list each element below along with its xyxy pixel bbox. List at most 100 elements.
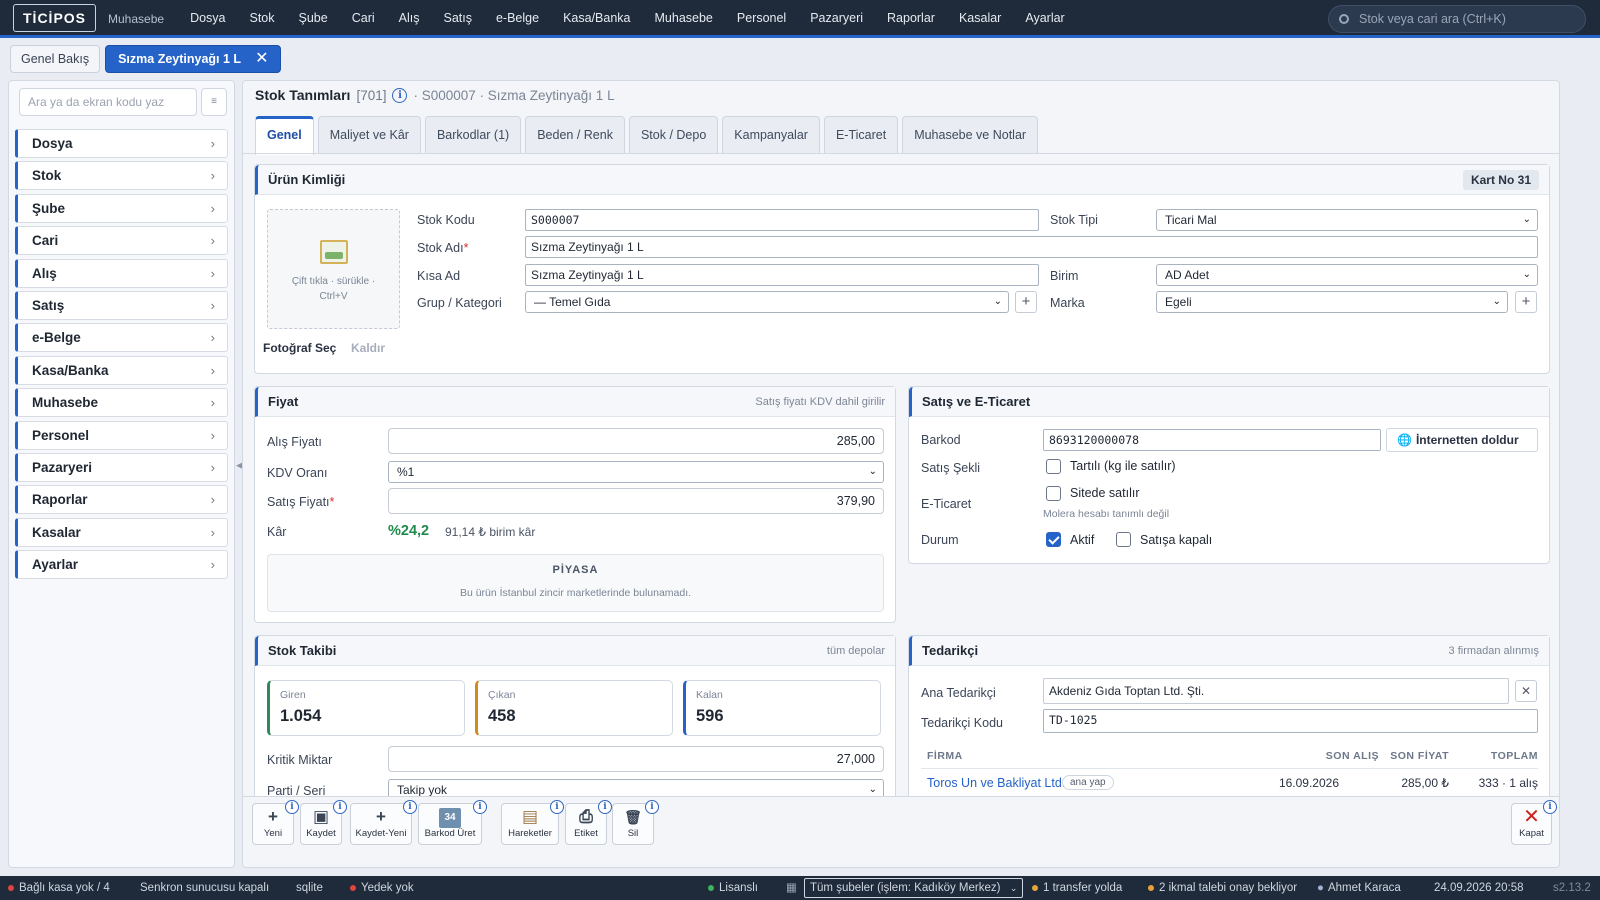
nav-dosya[interactable]: Dosya <box>178 11 237 25</box>
branch-select[interactable]: Tüm şubeler (işlem: Kadıköy Merkez) ⌄ <box>804 878 1024 898</box>
tab-genel-bakis[interactable]: Genel Bakış <box>10 45 101 73</box>
delete-button[interactable]: 🗑 Sil i <box>612 800 659 845</box>
stok-adi-field[interactable]: Sızma Zeytinyağı 1 L <box>525 236 1538 258</box>
sidebar-item-raporlar[interactable]: Raporlar › <box>15 485 228 515</box>
movements-button[interactable]: ▤ Hareketler i <box>501 800 564 845</box>
supplier-panel: Tedarikçi 3 firmadan alınmış Ana Tedarik… <box>908 635 1550 805</box>
app-logo[interactable]: TİCİPOS <box>13 3 97 32</box>
photo-select-button[interactable]: Fotoğraf Seç <box>263 341 336 355</box>
new-button[interactable]: + Yeni i <box>252 800 299 845</box>
supplier-link[interactable]: Toros Un ve Bakliyat Ltd. <box>927 776 1065 790</box>
sidebar-item-satis[interactable]: Satış › <box>15 290 228 320</box>
status-user[interactable]: ● Ahmet Karaca <box>1317 876 1401 900</box>
image-icon <box>319 240 348 264</box>
photo-dropzone[interactable]: Çift tıkla · sürükle · Ctrl+V <box>267 209 400 329</box>
marka-select[interactable]: Egeli ⌄ <box>1156 291 1508 313</box>
nav-muhasebe[interactable]: Muhasebe <box>643 11 725 25</box>
nav-raporlar[interactable]: Raporlar <box>875 11 947 25</box>
tartili-checkbox[interactable] <box>1046 459 1061 474</box>
sidebar-item-sube[interactable]: Şube › <box>15 193 228 223</box>
make-primary-badge[interactable]: ana yap <box>1062 775 1114 790</box>
eticaret-label: E-Ticaret <box>921 497 972 511</box>
sidebar-item-pazaryeri[interactable]: Pazaryeri › <box>15 452 228 482</box>
sidebar-item-stok[interactable]: Stok › <box>15 161 228 191</box>
sidebar-item-kasalar[interactable]: Kasalar › <box>15 517 228 547</box>
birim-select[interactable]: AD Adet ⌄ <box>1156 264 1538 286</box>
stok-tipi-select[interactable]: Ticari Mal ⌄ <box>1156 209 1538 231</box>
stok-kodu-field[interactable]: S000007 <box>525 209 1039 231</box>
kdv-select[interactable]: %1 ⌄ <box>388 461 884 483</box>
sidebar-item-label: Cari <box>32 233 59 249</box>
nav-kasalar[interactable]: Kasalar <box>947 11 1013 25</box>
nav-pazaryeri[interactable]: Pazaryeri <box>798 11 875 25</box>
nav-ebelge[interactable]: e-Belge <box>484 11 551 25</box>
kritik-field[interactable]: 27,000 <box>388 746 884 772</box>
info-icon[interactable]: i <box>645 800 659 814</box>
tab-muhasebe-notlar[interactable]: Muhasebe ve Notlar <box>902 116 1039 154</box>
status-ikmal[interactable]: 2 ikmal talebi onay bekliyor <box>1148 876 1297 900</box>
nav-cari[interactable]: Cari <box>340 11 387 25</box>
nav-alis[interactable]: Alış <box>387 11 432 25</box>
info-icon[interactable]: i <box>333 800 347 814</box>
panel-title: Tedarikçi <box>922 643 979 658</box>
menu-toggle-button[interactable]: ≡ <box>201 88 227 116</box>
status-transfer[interactable]: 1 transfer yolda <box>1032 876 1122 900</box>
grup-select[interactable]: — Temel Gıda ⌄ <box>525 291 1009 313</box>
save-button[interactable]: ▣ Kaydet i <box>300 800 347 845</box>
sidebar-item-personel[interactable]: Personel › <box>15 420 228 450</box>
add-group-button[interactable]: + <box>1015 291 1037 313</box>
tab-kampanyalar[interactable]: Kampanyalar <box>722 116 820 154</box>
internet-fill-button[interactable]: 🌐 İnternetten doldur <box>1386 428 1538 452</box>
satis-fiyati-field[interactable]: 379,90 <box>388 488 884 514</box>
nav-satis[interactable]: Satış <box>431 11 484 25</box>
global-search-input[interactable]: Stok veya cari ara (Ctrl+K) <box>1328 5 1586 33</box>
info-icon[interactable]: i <box>1543 800 1557 814</box>
info-icon[interactable]: i <box>403 800 417 814</box>
add-brand-button[interactable]: + <box>1515 291 1537 313</box>
info-icon[interactable]: i <box>285 800 299 814</box>
close-button[interactable]: ✕ Kapat i <box>1511 800 1557 845</box>
tab-beden-renk[interactable]: Beden / Renk <box>525 116 625 154</box>
tab-current-product[interactable]: Sızma Zeytinyağı 1 L ✕ <box>105 45 282 73</box>
sidebar-item-muhasebe[interactable]: Muhasebe › <box>15 388 228 418</box>
panel-title: Satış ve E-Ticaret <box>922 394 1031 409</box>
clear-supplier-button[interactable]: ✕ <box>1515 680 1537 702</box>
info-icon[interactable]: i <box>598 800 612 814</box>
nav-personel[interactable]: Personel <box>725 11 798 25</box>
tab-genel[interactable]: Genel <box>255 116 314 155</box>
sidebar-item-kasa-banka[interactable]: Kasa/Banka › <box>15 355 228 385</box>
chevron-right-icon: › <box>210 168 215 184</box>
sidebar-item-alis[interactable]: Alış › <box>15 258 228 288</box>
info-icon[interactable]: i <box>550 800 564 814</box>
table-row[interactable]: Toros Un ve Bakliyat Ltd. ana yap 16.09.… <box>921 772 1538 796</box>
kisa-ad-field[interactable]: Sızma Zeytinyağı 1 L <box>525 264 1039 286</box>
tab-stok-depo[interactable]: Stok / Depo <box>628 116 719 154</box>
photo-remove-button[interactable]: Kaldır <box>351 341 385 355</box>
info-icon[interactable]: i <box>392 87 408 103</box>
stat-kalan: Kalan 596 <box>683 680 881 736</box>
close-icon[interactable]: ✕ <box>255 46 268 72</box>
sidebar-item-ayarlar[interactable]: Ayarlar › <box>15 550 228 580</box>
sitede-checkbox[interactable] <box>1046 486 1061 501</box>
tedarikci-kodu-field[interactable]: TD-1025 <box>1043 709 1538 733</box>
aktif-checkbox[interactable] <box>1046 532 1061 547</box>
alis-fiyati-field[interactable]: 285,00 <box>388 428 884 454</box>
info-icon[interactable]: i <box>473 800 487 814</box>
nav-kasa-banka[interactable]: Kasa/Banka <box>551 11 642 25</box>
ana-tedarikci-field[interactable]: Akdeniz Gıda Toptan Ltd. Şti. <box>1043 678 1509 704</box>
nav-stok[interactable]: Stok <box>238 11 287 25</box>
sidebar-search-input[interactable]: Ara ya da ekran kodu yaz <box>19 88 197 116</box>
tab-maliyet-kar[interactable]: Maliyet ve Kâr <box>317 116 421 154</box>
sidebar-item-ebelge[interactable]: e-Belge › <box>15 323 228 353</box>
sidebar-item-cari[interactable]: Cari › <box>15 226 228 256</box>
sidebar-item-dosya[interactable]: Dosya › <box>15 129 228 158</box>
label-print-button[interactable]: ⎙ Etiket i <box>565 800 612 845</box>
generate-barcode-button[interactable]: 34 Barkod Üret i <box>418 800 487 845</box>
save-new-button[interactable]: + Kaydet-Yeni i <box>350 800 417 845</box>
nav-sube[interactable]: Şube <box>287 11 340 25</box>
tab-barkodlar[interactable]: Barkodlar (1) <box>424 116 522 154</box>
nav-ayarlar[interactable]: Ayarlar <box>1013 11 1076 25</box>
satisa-kapali-checkbox[interactable] <box>1116 532 1131 547</box>
tab-eticaret[interactable]: E-Ticaret <box>823 116 899 154</box>
barkod-field[interactable]: 8693120000078 <box>1043 429 1381 451</box>
